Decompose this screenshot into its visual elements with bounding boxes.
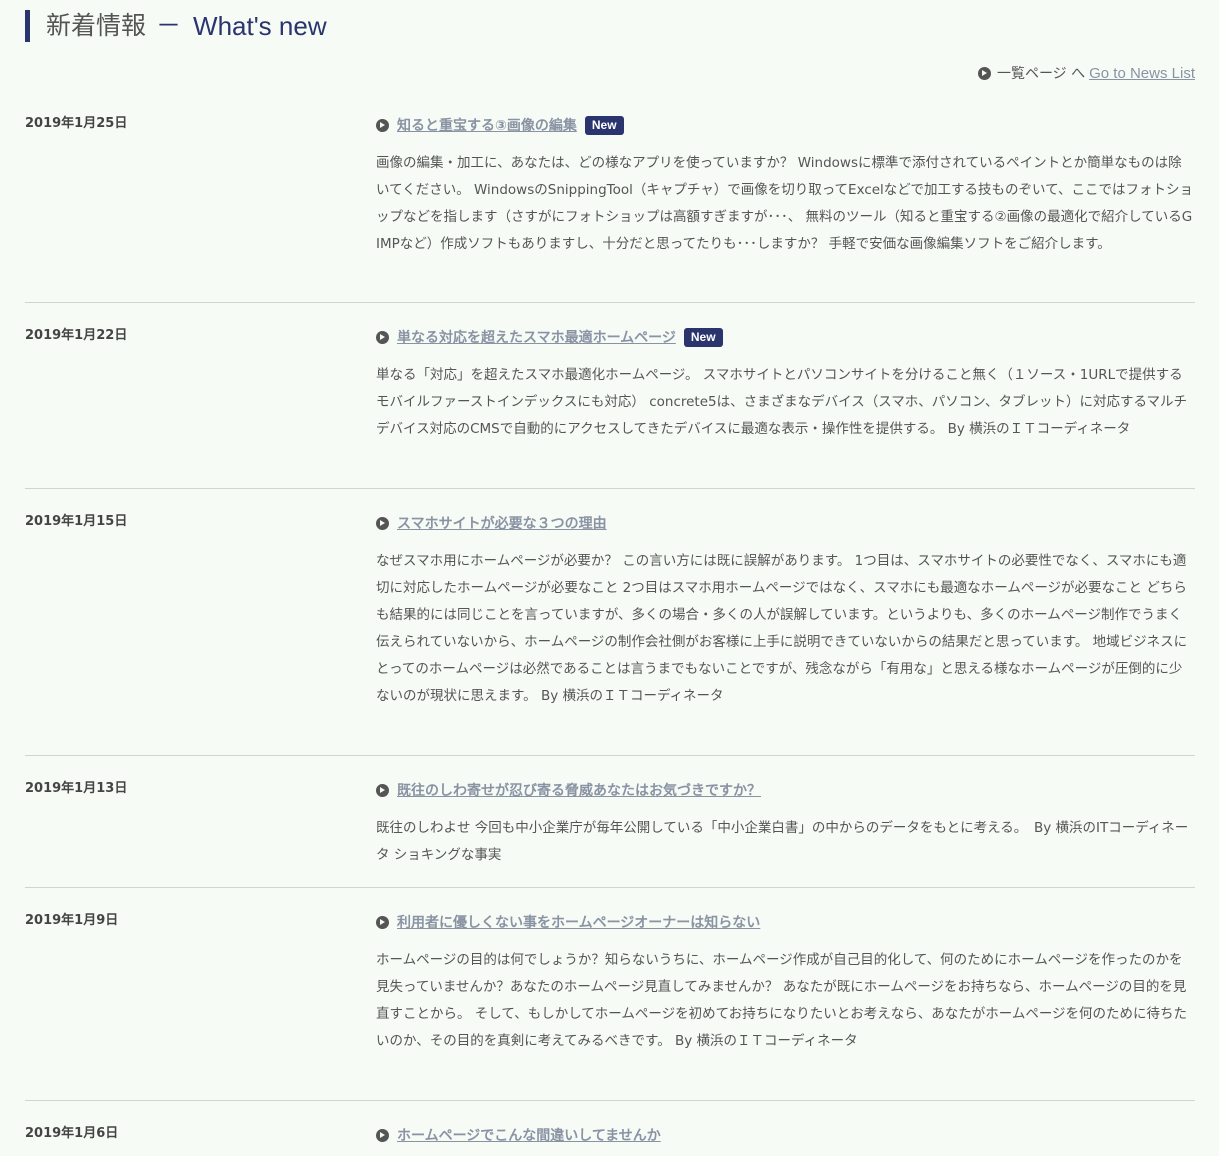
news-title-link[interactable]: 単なる対応を超えたスマホ最適ホームページ: [397, 327, 676, 347]
new-badge: New: [683, 327, 723, 347]
news-body: 利用者に優しくない事をホームページオーナーは知らない ホームページの目的は何でし…: [376, 912, 1194, 1055]
page-title-separator: －: [156, 11, 182, 40]
go-to-news-list-link[interactable]: Go to News List: [1089, 65, 1195, 82]
chevron-right-circle-icon: [376, 118, 389, 132]
chevron-right-circle-icon: [977, 66, 991, 80]
page-title: 新着情報 － What's new: [25, 10, 327, 42]
news-description: なぜスマホ用にホームページが必要か？ この言い方には既に誤解があります。 1つ目…: [376, 553, 1188, 704]
chevron-right-circle-icon: [376, 516, 389, 530]
news-date: 2019年1月13日: [25, 781, 128, 796]
news-list-link-prefix: 一覧ページ へ: [996, 66, 1086, 82]
news-item: 2019年1月22日 単なる対応を超えたスマホ最適ホームページ New 単なる「…: [25, 327, 1195, 489]
news-date: 2019年1月15日: [25, 514, 128, 529]
news-description: 既往のしわよせ 今回も中小企業庁が毎年公開している「中小企業白書」の中からのデー…: [376, 820, 1189, 863]
chevron-right-circle-icon: [376, 330, 389, 344]
news-list-link-row: 一覧ページ へ Go to News List: [977, 63, 1195, 83]
news-description: 画像の編集・加工に、あなたは、どの様なアプリを使っていますか？ Windowsに…: [376, 155, 1193, 252]
news-title-row: 単なる対応を超えたスマホ最適ホームページ New: [376, 327, 1194, 347]
news-body: スマホサイトが必要な３つの理由 なぜスマホ用にホームページが必要か？ この言い方…: [376, 513, 1194, 710]
news-description: 単なる「対応」を超えたスマホ最適化ホームページ。 スマホサイトとパソコンサイトを…: [376, 367, 1187, 437]
page-title-en: What's new: [193, 11, 327, 41]
news-body: 単なる対応を超えたスマホ最適ホームページ New 単なる「対応」を超えたスマホ最…: [376, 327, 1194, 443]
news-item: 2019年1月25日 知ると重宝する③画像の編集 New 画像の編集・加工に、あ…: [25, 115, 1195, 303]
chevron-right-circle-icon: [376, 915, 389, 929]
news-title-link[interactable]: スマホサイトが必要な３つの理由: [397, 513, 607, 533]
news-title-row: ホームページでこんな間違いしてませんか: [376, 1125, 1194, 1145]
page-title-ja: 新着情報: [46, 11, 147, 40]
news-item: 2019年1月9日 利用者に優しくない事をホームページオーナーは知らない ホーム…: [25, 912, 1195, 1101]
new-badge: New: [584, 115, 624, 135]
news-title-link[interactable]: ホームページでこんな間違いしてませんか: [397, 1125, 661, 1145]
news-body: 知ると重宝する③画像の編集 New 画像の編集・加工に、あなたは、どの様なアプリ…: [376, 115, 1194, 258]
news-date: 2019年1月25日: [25, 116, 128, 131]
news-title-row: 既往のしわ寄せが忍び寄る脅威あなたはお気づきですか？: [376, 780, 1194, 800]
news-item: 2019年1月15日 スマホサイトが必要な３つの理由 なぜスマホ用にホームページ…: [25, 513, 1195, 756]
chevron-right-circle-icon: [376, 1128, 389, 1142]
news-date: 2019年1月22日: [25, 328, 128, 343]
news-title-link[interactable]: 利用者に優しくない事をホームページオーナーは知らない: [397, 912, 760, 932]
news-item: 2019年1月6日 ホームページでこんな間違いしてませんか: [25, 1125, 1195, 1155]
news-date: 2019年1月9日: [25, 913, 119, 928]
news-title-row: 利用者に優しくない事をホームページオーナーは知らない: [376, 912, 1194, 932]
news-item: 2019年1月13日 既往のしわ寄せが忍び寄る脅威あなたはお気づきですか？ 既往…: [25, 780, 1195, 888]
news-body: ホームページでこんな間違いしてませんか: [376, 1125, 1194, 1145]
news-description: ホームページの目的は何でしょうか？知らないうちに、ホームページ作成が自己目的化し…: [376, 952, 1188, 1049]
news-body: 既往のしわ寄せが忍び寄る脅威あなたはお気づきですか？ 既往のしわよせ 今回も中小…: [376, 780, 1194, 869]
chevron-right-circle-icon: [376, 783, 389, 797]
news-title-link[interactable]: 知ると重宝する③画像の編集: [397, 115, 577, 135]
news-title-row: スマホサイトが必要な３つの理由: [376, 513, 1194, 533]
news-title-link[interactable]: 既往のしわ寄せが忍び寄る脅威あなたはお気づきですか？: [397, 780, 761, 800]
news-page: 新着情報 － What's new 一覧ページ へ Go to News Lis…: [0, 0, 1219, 1156]
news-title-row: 知ると重宝する③画像の編集 New: [376, 115, 1194, 135]
news-date: 2019年1月6日: [25, 1126, 119, 1141]
